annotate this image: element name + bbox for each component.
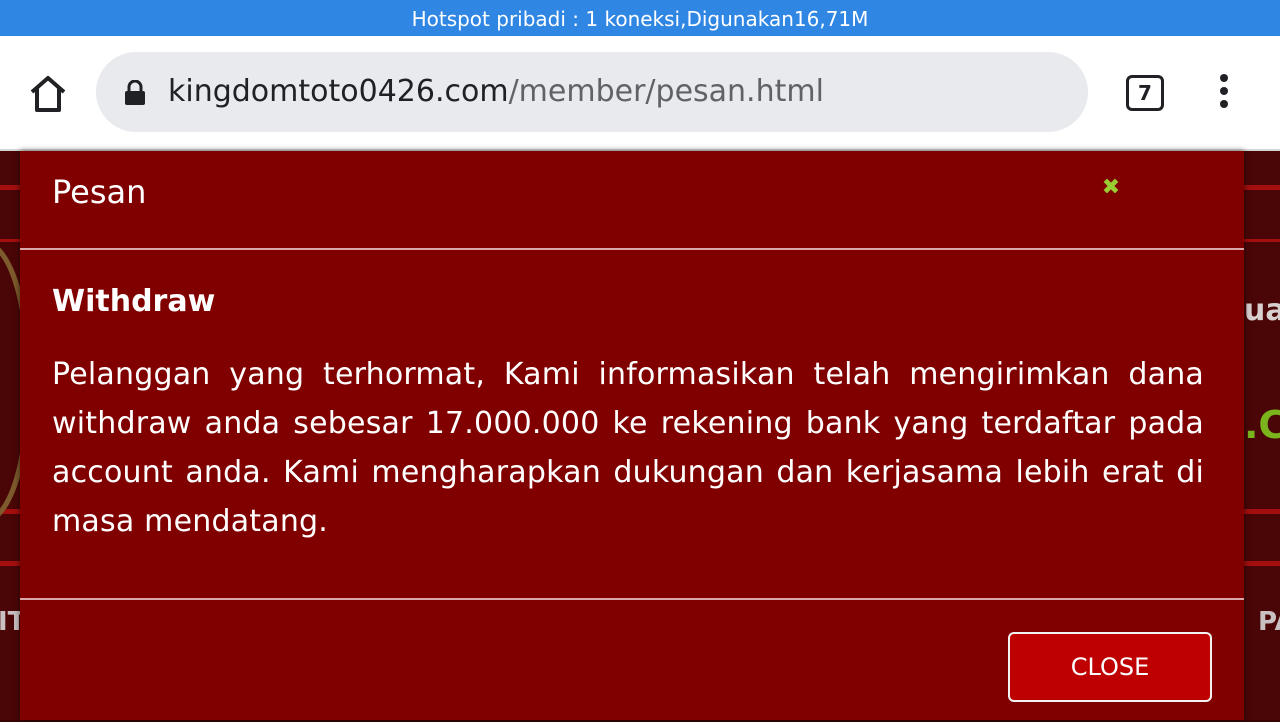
close-button[interactable]: CLOSE <box>1008 632 1212 702</box>
url-path: /member/pesan.html <box>508 74 824 109</box>
modal-footer: CLOSE <box>20 598 1244 722</box>
url-domain: kingdomtoto0426.com <box>168 74 509 109</box>
address-bar[interactable]: kingdomtoto0426.com/member/pesan.html <box>96 52 1088 132</box>
system-status-bar: Hotspot pribadi : 1 koneksi,Digunakan16,… <box>0 0 1280 36</box>
browser-toolbar: kingdomtoto0426.com/member/pesan.html 7 <box>0 36 1280 151</box>
bg-text: .C <box>1244 403 1280 447</box>
message-modal: Pesan ✖ Withdraw Pelanggan yang terhorma… <box>20 151 1244 720</box>
bg-text: PA <box>1258 607 1280 637</box>
status-bar-text: Hotspot pribadi : 1 koneksi,Digunakan16,… <box>411 7 869 31</box>
modal-body: Withdraw Pelanggan yang terhormat, Kami … <box>20 250 1244 598</box>
message-text: Pelanggan yang terhormat, Kami informasi… <box>52 357 1204 539</box>
more-vert-icon[interactable] <box>1210 74 1238 110</box>
tabs-icon[interactable]: 7 <box>1126 75 1164 111</box>
modal-header: Pesan ✖ <box>20 151 1244 250</box>
bg-text: uar <box>1244 293 1280 328</box>
url-text[interactable]: kingdomtoto0426.com/member/pesan.html <box>168 52 824 132</box>
home-icon[interactable] <box>26 72 70 116</box>
modal-title: Pesan <box>52 173 147 211</box>
lock-icon <box>124 79 146 106</box>
close-icon[interactable]: ✖ <box>1100 177 1122 199</box>
message-subject: Withdraw <box>52 284 216 319</box>
